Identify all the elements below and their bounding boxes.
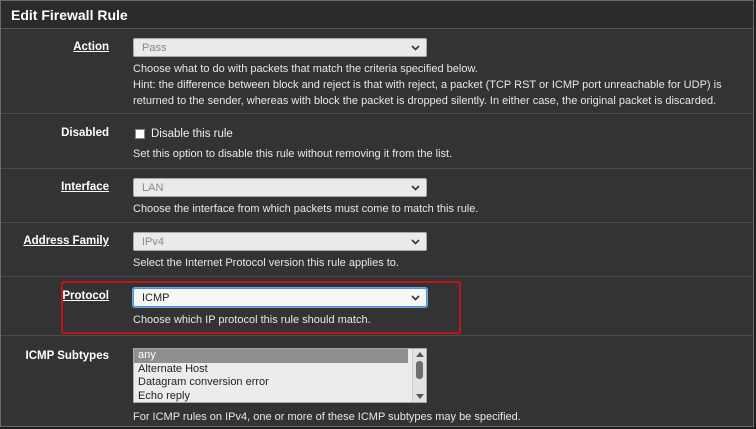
scrollbar-thumb[interactable]	[416, 361, 423, 379]
address-family-body: IPv4 Select the Internet Protocol versio…	[121, 223, 753, 276]
protocol-body: ICMP Choose which IP protocol this rule …	[121, 277, 753, 335]
interface-select[interactable]: LAN	[133, 178, 427, 197]
list-item[interactable]: any	[134, 349, 408, 363]
protocol-select[interactable]: ICMP	[133, 288, 427, 307]
action-body: Pass Choose what to do with packets that…	[121, 29, 753, 113]
chevron-down-icon	[410, 183, 420, 193]
icmp-subtypes-body: any Alternate Host Datagram conversion e…	[121, 336, 753, 426]
address-family-help: Select the Internet Protocol version thi…	[133, 257, 399, 269]
disable-rule-checkbox[interactable]	[135, 128, 145, 139]
protocol-select-value: ICMP	[142, 291, 170, 304]
icmp-subtypes-help: For ICMP rules on IPv4, one or more of t…	[133, 411, 521, 423]
listbox-scrollbar[interactable]	[412, 349, 426, 402]
interface-label[interactable]: Interface	[1, 169, 121, 222]
protocol-help: Choose which IP protocol this rule shoul…	[133, 314, 371, 326]
edit-firewall-rule-panel: Edit Firewall Rule Action Pass Choose wh…	[0, 0, 754, 427]
action-help-line: returned to the sender, whereas with blo…	[133, 95, 717, 107]
action-select[interactable]: Pass	[133, 38, 427, 57]
action-label[interactable]: Action	[1, 29, 121, 113]
action-row: Action Pass Choose what to do with packe…	[1, 29, 753, 114]
action-help-line: Choose what to do with packets that matc…	[133, 63, 478, 75]
scroll-down-icon[interactable]	[416, 394, 424, 399]
disabled-help: Set this option to disable this rule wit…	[133, 148, 453, 160]
address-family-select-value: IPv4	[142, 235, 165, 248]
chevron-down-icon	[410, 43, 420, 53]
chevron-down-icon	[410, 293, 420, 303]
disable-rule-option[interactable]: Disable this rule	[133, 124, 743, 143]
disable-rule-checkbox-label[interactable]: Disable this rule	[151, 128, 233, 140]
chevron-down-icon	[410, 237, 420, 247]
icmp-subtypes-listbox[interactable]: any Alternate Host Datagram conversion e…	[133, 348, 427, 403]
interface-body: LAN Choose the interface from which pack…	[121, 169, 753, 222]
action-select-value: Pass	[142, 41, 167, 54]
address-family-select[interactable]: IPv4	[133, 232, 427, 251]
address-family-row: Address Family IPv4 Select the Internet …	[1, 223, 753, 277]
disabled-row: Disabled Disable this rule Set this opti…	[1, 114, 753, 169]
scroll-up-icon[interactable]	[416, 352, 424, 357]
interface-row: Interface LAN Choose the interface from …	[1, 169, 753, 223]
list-item[interactable]: Alternate Host	[134, 363, 408, 377]
protocol-row: Protocol ICMP Choose which IP protocol t…	[1, 277, 753, 336]
protocol-label[interactable]: Protocol	[1, 277, 121, 335]
list-item[interactable]: Datagram conversion error	[134, 376, 408, 390]
interface-select-value: LAN	[142, 181, 164, 194]
icmp-subtypes-row: ICMP Subtypes any Alternate Host Datagra…	[1, 336, 753, 426]
list-item[interactable]: Echo reply	[134, 390, 408, 403]
panel-title: Edit Firewall Rule	[1, 1, 753, 29]
action-help-line: Hint: the difference between block and r…	[133, 79, 722, 91]
disabled-body: Disable this rule Set this option to dis…	[121, 114, 753, 168]
icmp-subtypes-label: ICMP Subtypes	[25, 350, 110, 362]
interface-help: Choose the interface from which packets …	[133, 203, 479, 215]
action-help: Choose what to do with packets that matc…	[133, 61, 743, 109]
address-family-label[interactable]: Address Family	[1, 223, 121, 276]
disabled-label: Disabled	[61, 127, 109, 139]
